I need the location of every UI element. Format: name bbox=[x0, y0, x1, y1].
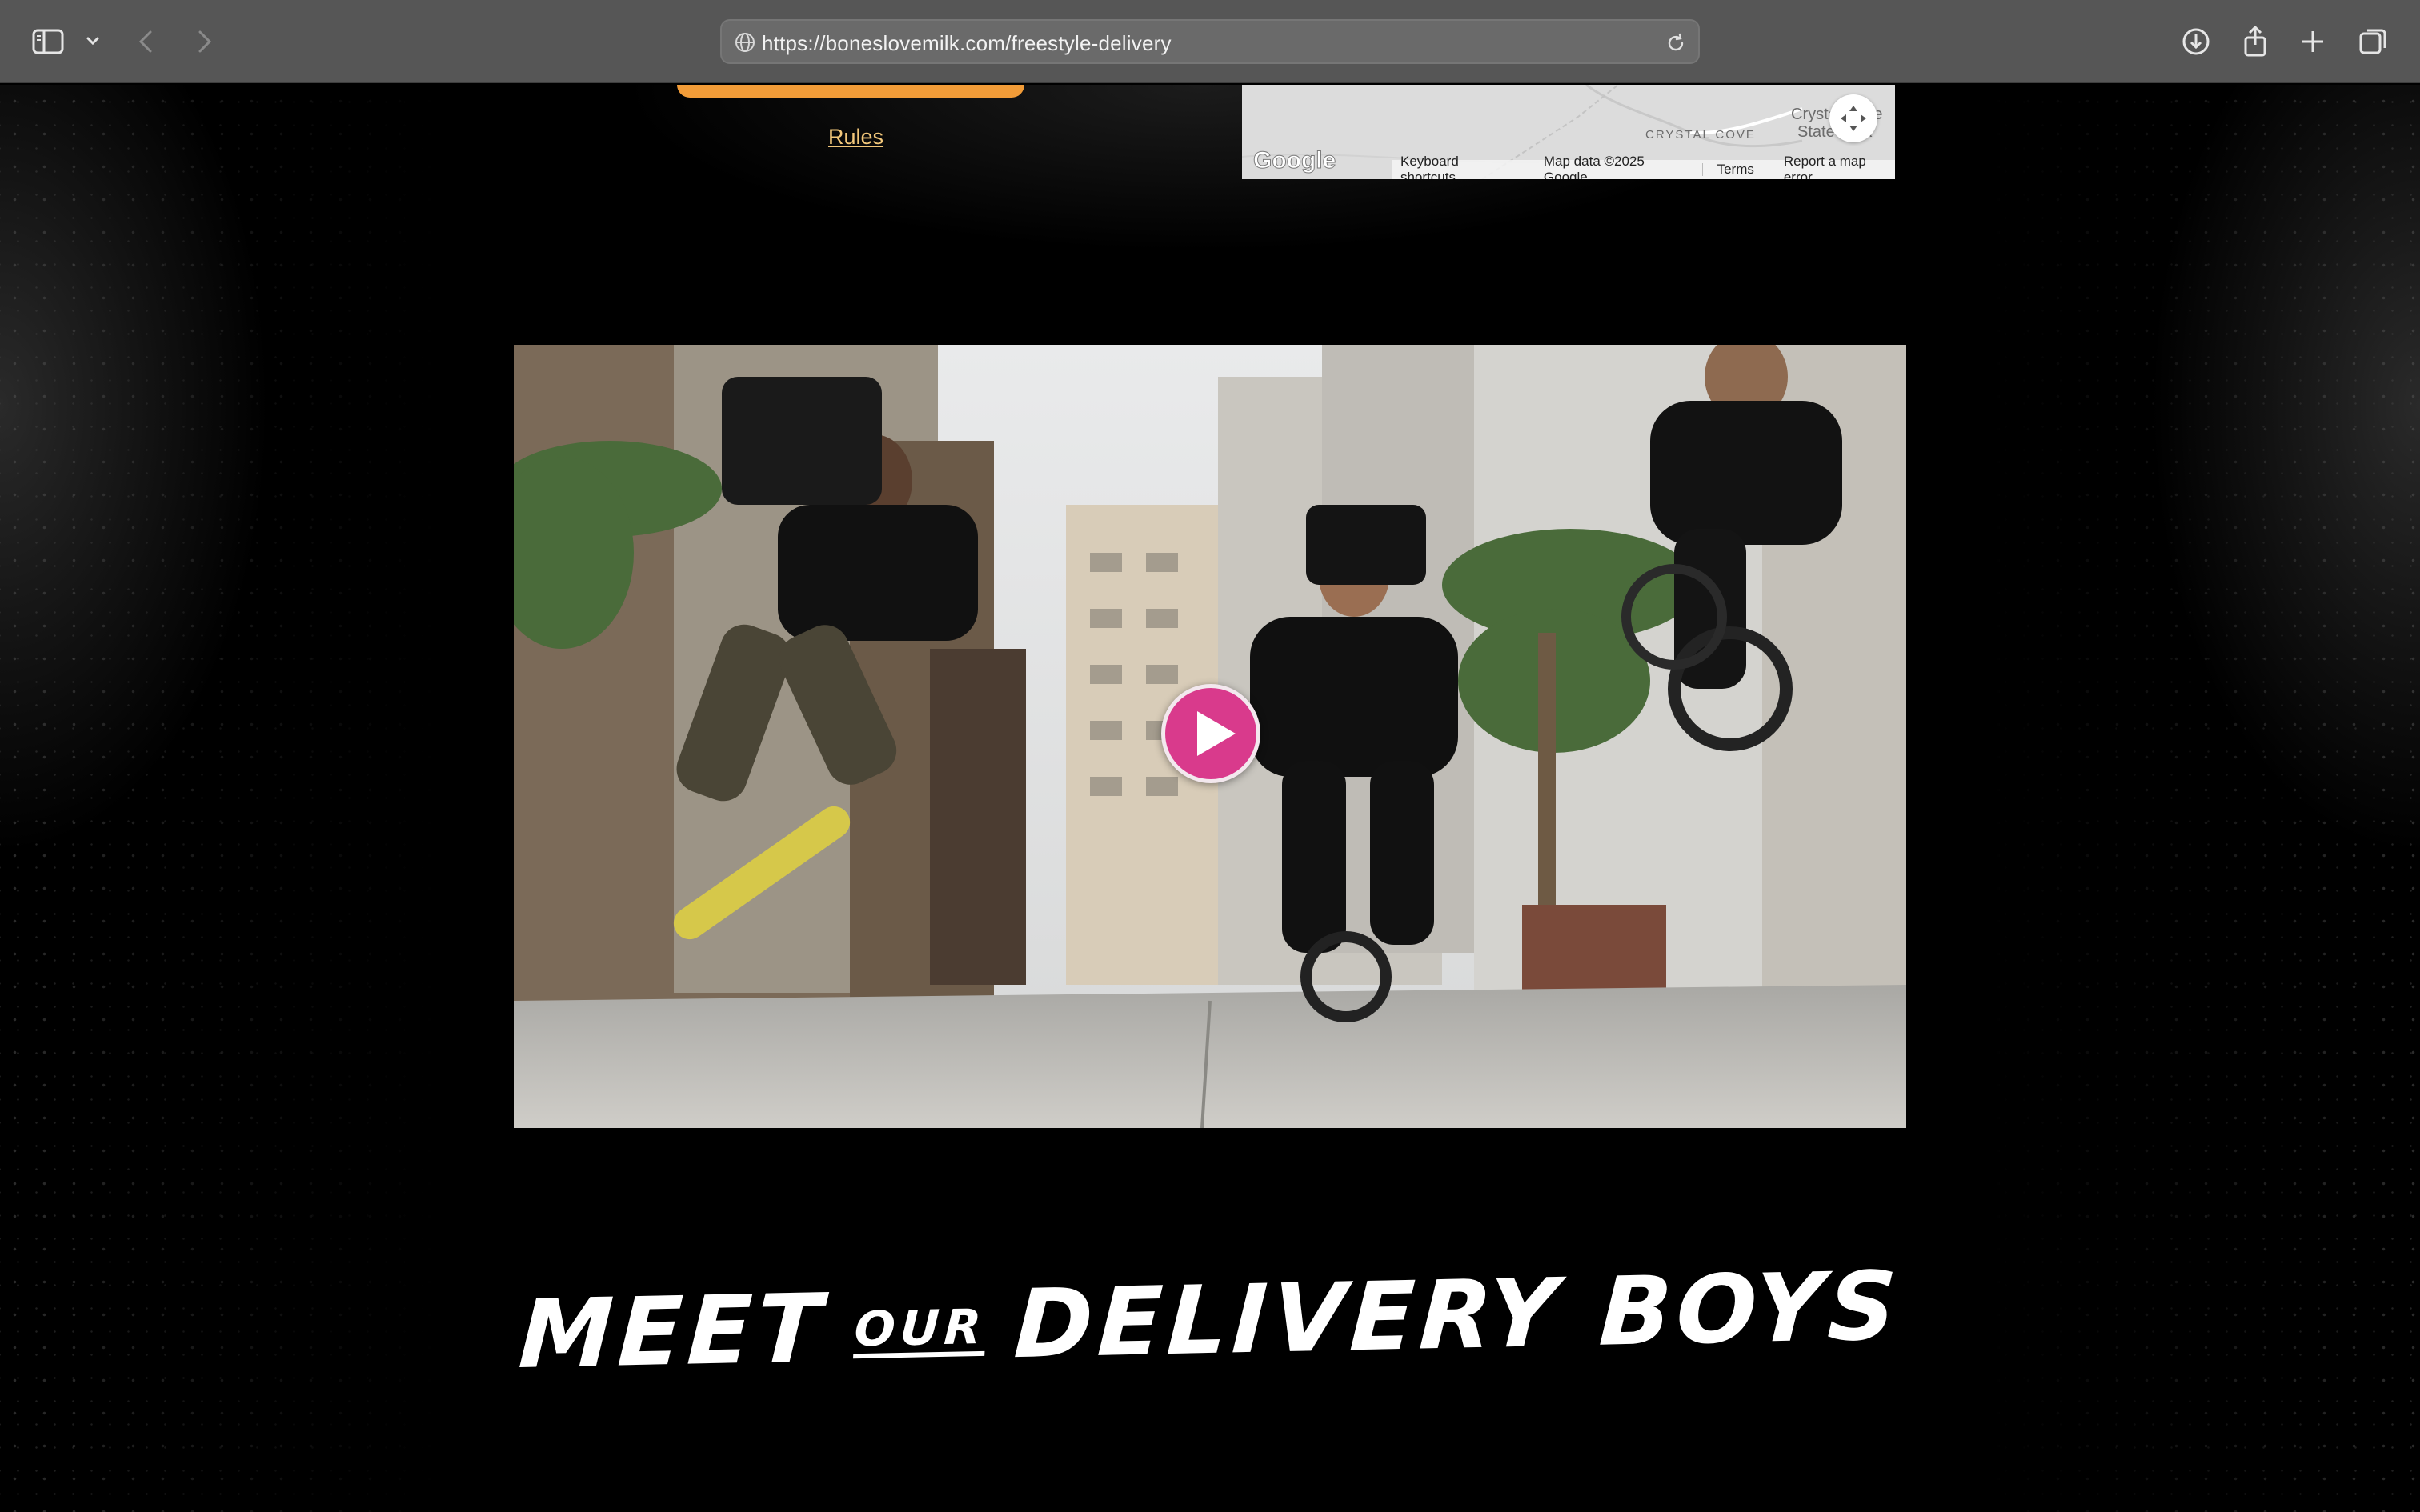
heading-our: OUR bbox=[853, 1298, 988, 1358]
browser-toolbar: https://boneslovemilk.com/freestyle-deli… bbox=[0, 0, 2420, 83]
sidebar-icon[interactable] bbox=[29, 22, 67, 61]
play-button[interactable] bbox=[1161, 684, 1260, 783]
tab-overview-icon[interactable] bbox=[2354, 22, 2393, 61]
map-data-text: Map data ©2025 Google bbox=[1543, 154, 1645, 179]
heading-delivery-boys: DELIVERY BOYS bbox=[1012, 1250, 1904, 1380]
page-content: Rules CRYSTAL COVE Crystal Cove State Pa… bbox=[0, 85, 2420, 1512]
map-fullscreen-icon[interactable] bbox=[1829, 94, 1877, 142]
keyboard-shortcuts-link[interactable]: Keyboard shortcuts bbox=[1400, 154, 1514, 179]
download-icon[interactable] bbox=[2177, 22, 2215, 61]
play-icon bbox=[1197, 711, 1236, 756]
google-logo: Google bbox=[1252, 147, 1336, 174]
map-place-label: CRYSTAL COVE bbox=[1645, 128, 1756, 142]
heading-meet: MEET bbox=[516, 1273, 829, 1390]
video-player[interactable] bbox=[514, 345, 1906, 1128]
forward-arrow-icon[interactable] bbox=[184, 22, 222, 61]
share-icon[interactable] bbox=[2236, 22, 2274, 61]
reload-icon[interactable] bbox=[1663, 30, 1689, 56]
report-map-error-link[interactable]: Report a map error bbox=[1784, 154, 1895, 179]
url-text[interactable]: https://boneslovemilk.com/freestyle-deli… bbox=[762, 31, 1172, 56]
chevron-down-icon[interactable] bbox=[75, 22, 110, 61]
map-attribution: Keyboard shortcuts Map data ©2025 Google… bbox=[1392, 154, 1895, 179]
globe-icon bbox=[735, 33, 755, 52]
terms-link[interactable]: Terms bbox=[1717, 162, 1754, 178]
divider bbox=[1701, 163, 1703, 176]
address-bar[interactable]: https://boneslovemilk.com/freestyle-deli… bbox=[720, 19, 1700, 64]
google-map[interactable]: CRYSTAL COVE Crystal Cove State Park Goo… bbox=[1242, 85, 1895, 179]
back-arrow-icon[interactable] bbox=[128, 22, 166, 61]
new-tab-plus-icon[interactable] bbox=[2294, 22, 2332, 61]
section-heading: MEET OUR DELIVERY BOYS bbox=[0, 1239, 2420, 1400]
submit-button-edge[interactable] bbox=[677, 85, 1024, 98]
rules-link[interactable]: Rules bbox=[828, 125, 883, 150]
